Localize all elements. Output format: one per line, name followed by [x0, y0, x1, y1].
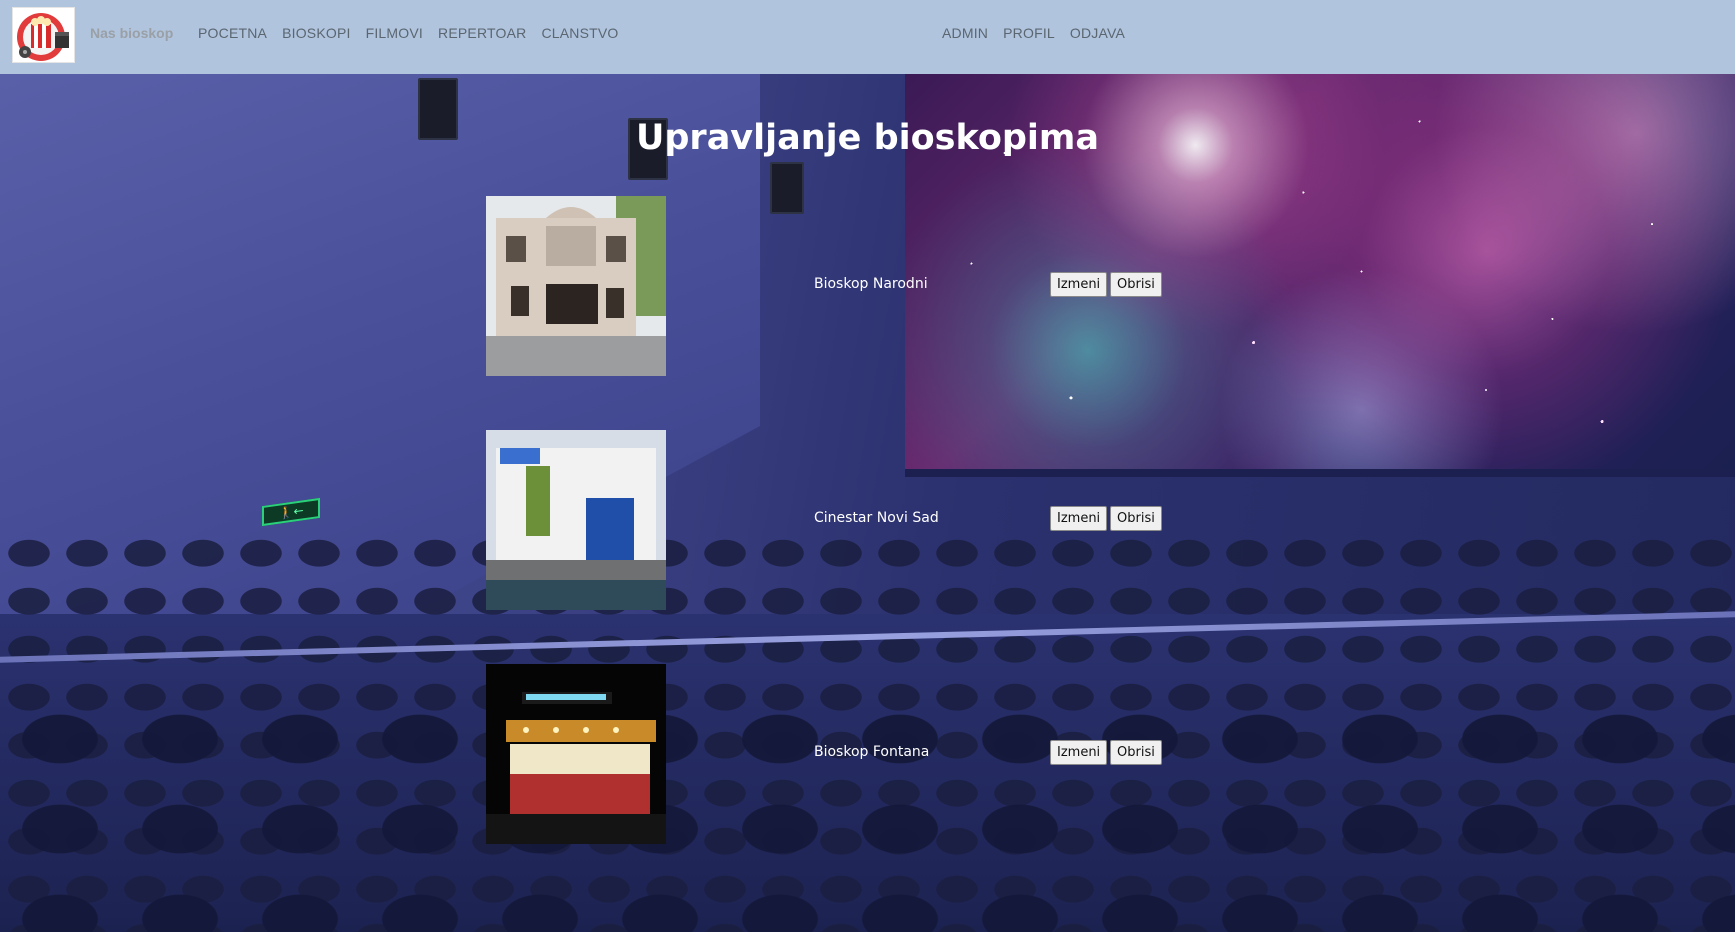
nav-odjava[interactable]: ODJAVA	[1070, 25, 1125, 41]
user-nav: ADMIN PROFIL ODJAVA	[942, 25, 1125, 41]
cinema-list-item: Bioskop Narodni Izmeni Obrisi	[0, 196, 1735, 376]
brand-link[interactable]: Nas bioskop	[90, 25, 173, 41]
cinema-thumbnail	[486, 430, 666, 610]
cinema-logo[interactable]	[12, 7, 75, 63]
cinema-name: Bioskop Fontana	[814, 744, 930, 760]
cinema-name: Cinestar Novi Sad	[814, 510, 939, 526]
nav-pocetna[interactable]: POCETNA	[198, 25, 267, 41]
edit-button[interactable]: Izmeni	[1050, 272, 1108, 297]
delete-button[interactable]: Obrisi	[1110, 740, 1162, 765]
cinema-thumbnail	[486, 664, 666, 844]
main-nav: POCETNA BIOSKOPI FILMOVI REPERTOAR CLANS…	[198, 25, 619, 41]
edit-button[interactable]: Izmeni	[1050, 740, 1108, 765]
nav-repertoar[interactable]: REPERTOAR	[438, 25, 526, 41]
cinema-list-item: Cinestar Novi Sad Izmeni Obrisi	[0, 430, 1735, 610]
nav-bioskopi[interactable]: BIOSKOPI	[282, 25, 351, 41]
page-title: Upravljanje bioskopima	[635, 118, 1100, 158]
nav-clanstvo[interactable]: CLANSTVO	[541, 25, 618, 41]
edit-button[interactable]: Izmeni	[1050, 506, 1108, 531]
cinema-name: Bioskop Narodni	[814, 276, 928, 292]
delete-button[interactable]: Obrisi	[1110, 506, 1162, 531]
nav-filmovi[interactable]: FILMOVI	[366, 25, 423, 41]
cinema-thumbnail	[486, 196, 666, 376]
top-navbar: Nas bioskop POCETNA BIOSKOPI FILMOVI REP…	[0, 0, 1735, 74]
cinema-list-item: Bioskop Fontana Izmeni Obrisi	[0, 664, 1735, 844]
nav-admin[interactable]: ADMIN	[942, 25, 988, 41]
nav-profil[interactable]: PROFIL	[1003, 25, 1055, 41]
delete-button[interactable]: Obrisi	[1110, 272, 1162, 297]
